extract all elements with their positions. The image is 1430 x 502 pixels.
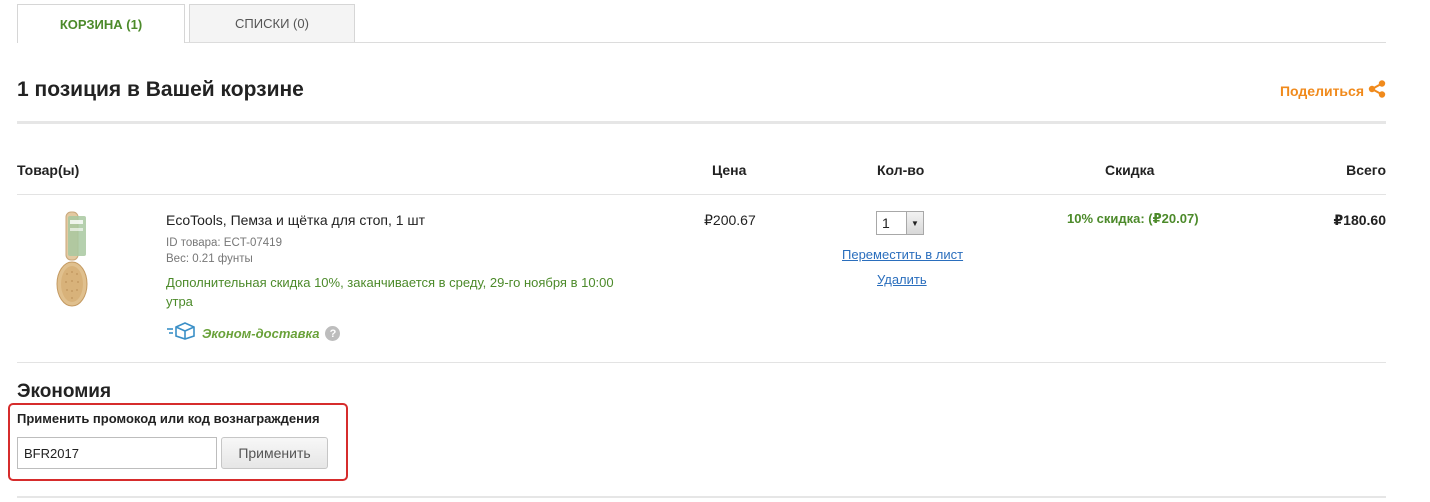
header-discount: Скидка — [1105, 162, 1155, 178]
shipping-label: Эконом-доставка — [202, 326, 320, 341]
promo-label: Применить промокод или код вознаграждени… — [17, 411, 320, 426]
header-qty: Кол-во — [877, 162, 925, 178]
promo-note: Дополнительная скидка 10%, заканчивается… — [166, 275, 614, 309]
share-label: Поделиться — [1279, 82, 1364, 99]
tab-lists[interactable]: СПИСКИ (0) — [189, 4, 355, 42]
tabs-divider — [17, 42, 1386, 43]
tab-cart[interactable]: КОРЗИНА (1) — [17, 4, 185, 43]
cart-title: 1 позиция в Вашей корзине — [17, 78, 304, 101]
header-total: Всего — [1346, 162, 1386, 178]
savings-title: Экономия — [17, 381, 112, 402]
quantity-value: 1 — [882, 215, 890, 231]
table-header-divider — [17, 194, 1386, 195]
header-price: Цена — [712, 162, 747, 178]
share-icon — [1368, 80, 1386, 101]
item-price: ₽200.67 — [704, 212, 756, 228]
header-divider — [17, 121, 1386, 124]
item-discount: 10% скидка: (₽20.07) — [1067, 211, 1199, 226]
product-name[interactable]: EcoTools, Пемза и щётка для стоп, 1 шт — [166, 212, 425, 228]
share-button[interactable]: Поделиться — [1280, 80, 1386, 101]
product-image[interactable] — [44, 208, 100, 313]
product-weight: Вес: 0.21 фунты — [166, 253, 253, 265]
chevron-down-icon[interactable]: ▼ — [906, 212, 923, 234]
bottom-divider — [17, 496, 1386, 498]
shipping-option: Эконом-доставка ? — [166, 322, 341, 345]
move-to-list-link[interactable]: Переместить в лист — [842, 247, 963, 262]
box-shipping-icon — [166, 322, 196, 345]
quantity-select[interactable]: 1 ▼ — [876, 211, 924, 235]
help-icon[interactable]: ? — [325, 326, 341, 341]
apply-button[interactable]: Применить — [221, 437, 328, 469]
item-divider — [17, 362, 1386, 363]
item-total: ₽180.60 — [1333, 212, 1386, 228]
delete-link[interactable]: Удалить — [877, 272, 927, 287]
product-id: ID товара: ECT-07419 — [166, 237, 282, 249]
promo-code-input[interactable] — [17, 437, 217, 469]
header-product: Товар(ы) — [17, 162, 80, 178]
